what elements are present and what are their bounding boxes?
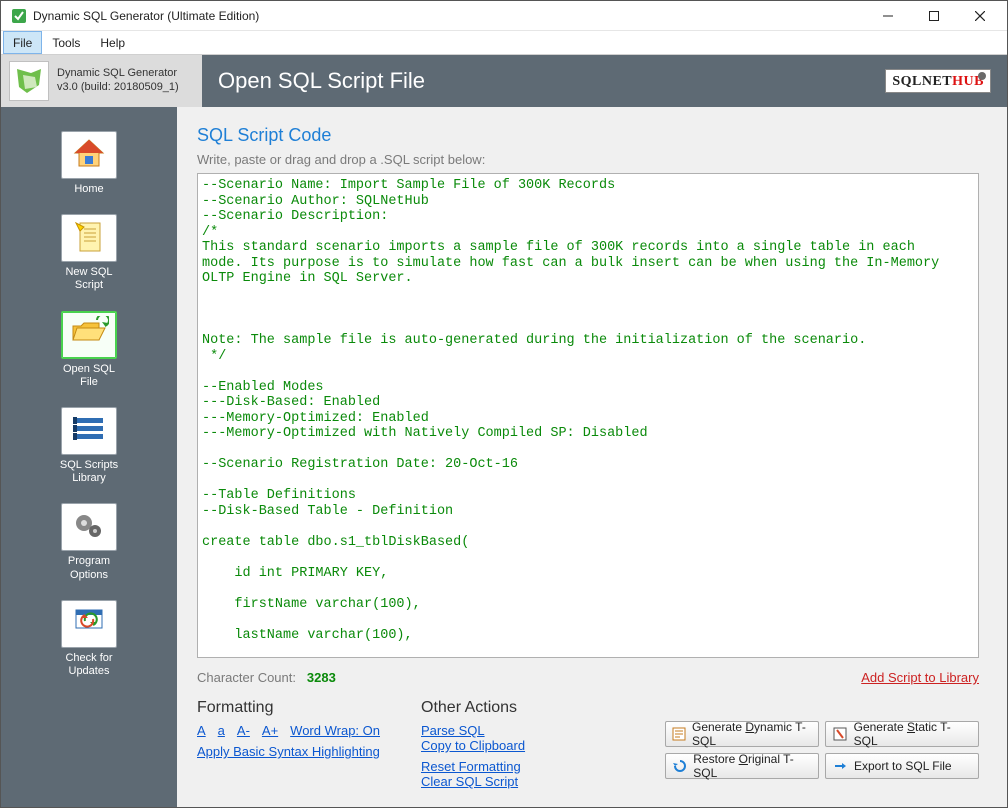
add-script-to-library-link[interactable]: Add Script to Library: [861, 670, 979, 685]
parse-sql-link[interactable]: Parse SQL: [421, 723, 531, 738]
app-version-label: v3.0 (build: 20180509_1): [57, 81, 179, 95]
sidebar-item-program-options[interactable]: Program Options: [55, 503, 123, 581]
generate-dynamic-icon: [672, 726, 686, 742]
editor-hint: Write, paste or drag and drop a .SQL scr…: [197, 152, 979, 167]
section-title: SQL Script Code: [197, 125, 979, 146]
main-panel: SQL Script Code Write, paste or drag and…: [177, 107, 1007, 807]
header-left: Dynamic SQL Generator v3.0 (build: 20180…: [1, 55, 202, 107]
header-strip: Dynamic SQL Generator v3.0 (build: 20180…: [1, 55, 1007, 107]
formatting-heading: Formatting: [197, 699, 397, 717]
sidebar-item-home[interactable]: Home: [55, 131, 123, 196]
header-right: Open SQL Script File SQLNETHUB: [202, 55, 1007, 107]
page-title: Open SQL Script File: [218, 68, 425, 94]
sidebar: Home New SQL Script Open SQL File SQL Sc…: [1, 107, 177, 807]
copy-to-clipboard-link[interactable]: Copy to Clipboard: [421, 738, 525, 753]
sql-editor[interactable]: --Scenario Name: Import Sample File of 3…: [198, 174, 978, 657]
export-to-sql-file-button[interactable]: Export to SQL File: [825, 753, 979, 779]
close-button[interactable]: [957, 1, 1003, 31]
format-font-decrease-link[interactable]: A-: [237, 723, 250, 738]
clear-sql-script-link[interactable]: Clear SQL Script: [421, 774, 518, 789]
new-script-icon: [72, 219, 106, 258]
generate-static-tsql-button[interactable]: Generate Static T-SQL: [825, 721, 979, 747]
maximize-button[interactable]: [911, 1, 957, 31]
editor-container: --Scenario Name: Import Sample File of 3…: [197, 173, 979, 658]
home-icon: [71, 138, 107, 173]
format-wordwrap-link[interactable]: Word Wrap: On: [290, 723, 380, 738]
gear-icon: [71, 509, 107, 546]
sidebar-item-sql-scripts-library[interactable]: SQL Scripts Library: [55, 407, 123, 485]
char-count: Character Count: 3283: [197, 670, 336, 685]
restore-icon: [672, 758, 687, 774]
sidebar-item-new-sql-script[interactable]: New SQL Script: [55, 214, 123, 292]
generate-static-icon: [832, 726, 848, 742]
sidebar-item-check-for-updates[interactable]: Check for Updates: [55, 600, 123, 678]
menu-file[interactable]: File: [3, 31, 42, 54]
updates-icon: [71, 605, 107, 642]
titlebar: Dynamic SQL Generator (Ultimate Edition): [1, 1, 1007, 31]
reset-formatting-link[interactable]: Reset Formatting: [421, 759, 531, 774]
menubar: File Tools Help: [1, 31, 1007, 55]
export-icon: [832, 758, 848, 774]
open-folder-icon: [69, 316, 109, 353]
minimize-button[interactable]: [865, 1, 911, 31]
format-syntax-highlight-link[interactable]: Apply Basic Syntax Highlighting: [197, 744, 380, 759]
app-icon: [11, 8, 27, 24]
format-lowercase-link[interactable]: a: [218, 723, 225, 738]
other-actions-heading: Other Actions: [421, 699, 641, 717]
menu-tools[interactable]: Tools: [42, 31, 90, 54]
window-title: Dynamic SQL Generator (Ultimate Edition): [33, 9, 259, 23]
format-uppercase-link[interactable]: A: [197, 723, 206, 738]
restore-original-tsql-button[interactable]: Restore Original T-SQL: [665, 753, 819, 779]
format-font-increase-link[interactable]: A+: [262, 723, 278, 738]
app-logo-icon: [9, 61, 49, 101]
brand-logo: SQLNETHUB: [885, 69, 991, 93]
app-name-label: Dynamic SQL Generator: [57, 67, 179, 81]
sidebar-item-open-sql-file[interactable]: Open SQL File: [55, 311, 123, 389]
menu-help[interactable]: Help: [90, 31, 135, 54]
library-icon: [71, 412, 107, 449]
generate-dynamic-tsql-button[interactable]: Generate Dynamic T-SQL: [665, 721, 819, 747]
